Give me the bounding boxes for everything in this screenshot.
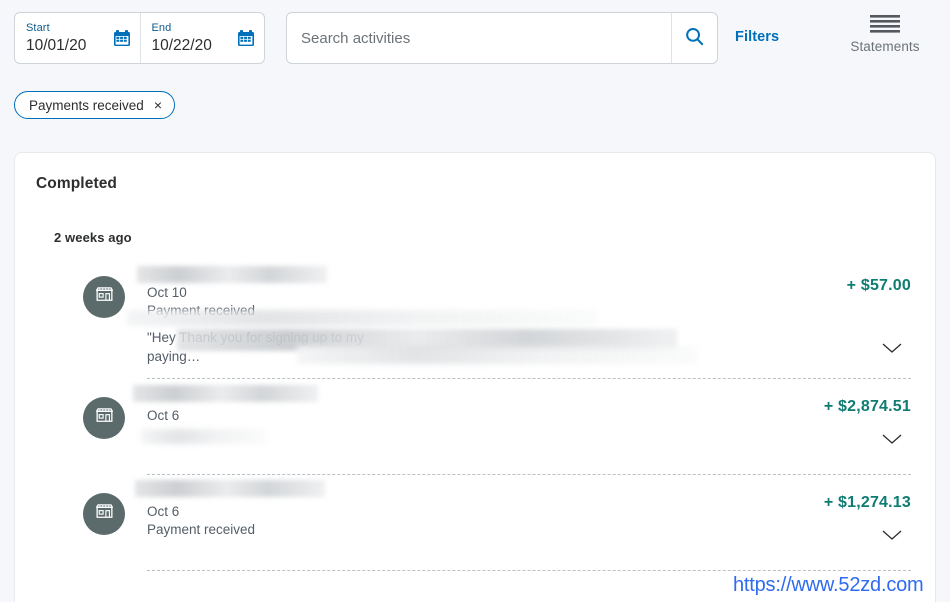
activity-group-label: 2 weeks ago [54,230,132,245]
avatar [83,493,125,535]
transaction-amount: + $2,874.51 [823,398,911,415]
expand-row-button[interactable] [877,338,907,358]
start-date-label: Start [26,21,50,34]
page-title: Completed [36,175,117,192]
transaction-amount-cell: + $2,874.51 [711,379,911,474]
calendar-icon[interactable] [113,29,131,47]
transaction-description: Payment received [147,303,256,318]
merchant-name [147,266,711,284]
transaction-description: Payment received [147,522,256,537]
transaction-details: Oct 10 Payment received "Hey Thank you f… [127,266,711,378]
search-bar[interactable] [286,12,718,64]
statements-button[interactable]: Statements [840,14,930,54]
transaction-amount-cell: + $57.00 [711,266,911,378]
date-range-picker[interactable]: Start 10/01/20 End 10/22/20 [14,12,265,64]
expand-row-button[interactable] [877,429,907,449]
watermark: https://www.52zd.com [733,574,924,596]
table-row[interactable]: Oct 10 Payment received "Hey Thank you f… [15,266,935,378]
storefront-icon [94,501,115,527]
transaction-amount-cell: + $1,274.13 [711,475,911,570]
transaction-amount: + $57.00 [846,277,911,294]
search-icon [684,26,705,50]
top-toolbar: Start 10/01/20 End 10/22/20 Search activ… [0,0,950,76]
merchant-name [147,485,711,503]
filter-chip-payments-received[interactable]: Payments received × [14,91,175,119]
redaction-overlay [141,429,266,444]
transaction-date: Oct 6 [147,408,180,423]
calendar-icon[interactable] [237,29,255,47]
search-button[interactable] [671,13,717,63]
storefront-icon [94,284,115,310]
transaction-details: Oct 6 Payment received [135,475,711,570]
table-row[interactable]: Oct 6 + $2,874.51 [15,379,935,474]
close-icon[interactable]: × [154,98,162,112]
filter-chip-label: Payments received [29,97,144,113]
chevron-down-icon [881,529,903,544]
end-date-label: End [151,21,172,34]
avatar [83,276,125,318]
row-divider [147,570,911,571]
table-row[interactable]: Oct 6 Payment received + $1,274.13 [15,475,935,570]
chevron-down-icon [881,433,903,448]
chevron-down-icon [881,342,903,357]
start-date-field[interactable]: Start 10/01/20 [15,13,140,63]
filters-button[interactable]: Filters [735,29,779,45]
activity-card: Completed 2 weeks ago Oct 10 Payment rec… [14,152,936,602]
end-date-field[interactable]: End 10/22/20 [139,13,265,63]
activity-page: Start 10/01/20 End 10/22/20 Search activ… [0,0,950,602]
search-input[interactable] [287,13,671,63]
transaction-note-line-1: "Hey Thank you for signing up to my [147,330,364,345]
end-date-value: 10/22/20 [151,36,212,54]
storefront-icon [94,405,115,431]
statements-label: Statements [850,39,920,54]
menu-lines-icon [870,14,900,34]
activity-list: Oct 10 Payment received "Hey Thank you f… [15,266,935,571]
start-date-value: 10/01/20 [26,36,87,54]
expand-row-button[interactable] [877,525,907,545]
avatar [83,397,125,439]
merchant-name [147,389,711,407]
transaction-note-line-2: paying… [147,349,201,364]
transaction-date: Oct 6 [147,504,180,519]
transaction-details: Oct 6 [133,379,711,474]
active-filters: Payments received × [14,91,175,119]
transaction-date: Oct 10 [147,285,187,300]
transaction-amount: + $1,274.13 [823,494,911,511]
